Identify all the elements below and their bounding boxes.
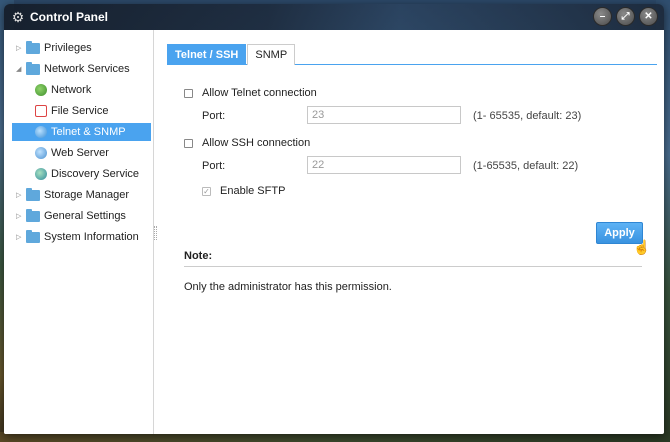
tab-telnet-ssh[interactable]: Telnet / SSH [167,44,247,65]
sidebar-item-label: System Information [44,231,139,243]
web-server-icon [35,147,47,159]
note-divider [184,266,642,267]
sidebar-item-web-server[interactable]: Web Server [4,144,153,162]
folder-icon [26,208,40,222]
note-title: Note: [184,250,213,262]
tab-snmp[interactable]: SNMP [247,44,296,65]
telnet-icon [35,126,47,138]
folder-icon [26,40,40,54]
maximize-icon[interactable]: ⤢ [616,7,635,26]
control-panel-window: ⚙ Control Panel – ⤢ ✕ ▷ Privileges ◢ Net… [4,4,664,434]
sidebar-item-label: Web Server [51,147,109,159]
note-text: Only the administrator has this permissi… [184,281,392,293]
expand-arrow-icon[interactable]: ▷ [16,44,26,52]
folder-icon [26,187,40,201]
sidebar-item-label: General Settings [44,210,126,222]
sidebar-item-label: Telnet & SNMP [51,126,126,138]
sidebar-item-general-settings[interactable]: ▷ General Settings [4,207,153,225]
expand-arrow-icon[interactable]: ▷ [16,233,26,241]
gear-icon: ⚙ [11,9,25,25]
sidebar-item-label: Storage Manager [44,189,129,201]
expand-arrow-icon[interactable]: ▷ [16,191,26,199]
hand-cursor-icon: ☝ [633,239,651,255]
minimize-icon[interactable]: – [593,7,612,26]
ssh-port-range: (1-65535, default: 22) [473,160,579,172]
tab-bar: Telnet / SSH SNMP [167,44,657,65]
telnet-port-label: Port: [202,110,226,122]
expand-arrow-icon[interactable]: ▷ [16,212,26,220]
main-panel: Telnet / SSH SNMP Allow Telnet connectio… [167,44,657,424]
sftp-option: ✓ Enable SFTP [202,185,285,197]
telnet-port-range: (1- 65535, default: 23) [473,110,582,122]
folder-icon [26,61,40,75]
window-body: ▷ Privileges ◢ Network Services Network … [4,30,664,434]
allow-ssh-label: Allow SSH connection [202,137,311,149]
discovery-icon [35,168,47,180]
sidebar-item-system-information[interactable]: ▷ System Information [4,228,153,246]
sidebar-item-label: File Service [51,105,109,117]
close-icon[interactable]: ✕ [639,7,658,26]
telnet-port-input[interactable]: 23 [307,106,461,124]
sidebar-item-privileges[interactable]: ▷ Privileges [4,39,153,57]
telnet-option: Allow Telnet connection [184,87,317,99]
window-controls: – ⤢ ✕ [593,7,658,26]
sidebar-item-label: Privileges [44,42,92,54]
globe-icon [35,84,47,96]
enable-sftp-label: Enable SFTP [220,185,286,197]
sidebar-item-network[interactable]: Network [4,81,153,99]
ssh-port-label: Port: [202,160,226,172]
sidebar-item-storage-manager[interactable]: ▷ Storage Manager [4,186,153,204]
window-title: Control Panel [30,10,109,24]
titlebar[interactable]: ⚙ Control Panel – ⤢ ✕ [4,4,664,30]
collapse-arrow-icon[interactable]: ◢ [16,65,26,73]
sidebar-item-label: Network Services [44,63,130,75]
folder-icon [26,229,40,243]
sidebar-item-label: Network [51,84,92,96]
sidebar-item-file-service[interactable]: File Service [4,102,153,120]
sidebar-item-network-services[interactable]: ◢ Network Services [4,60,153,78]
allow-telnet-checkbox[interactable] [184,88,193,98]
sidebar-item-telnet-snmp[interactable]: Telnet & SNMP [12,123,151,141]
allow-ssh-checkbox[interactable] [184,138,193,148]
ssh-port-input[interactable]: 22 [307,156,461,174]
sidebar-tree: ▷ Privileges ◢ Network Services Network … [4,30,154,434]
ssh-option: Allow SSH connection [184,137,310,149]
sidebar-item-discovery-service[interactable]: Discovery Service [4,165,153,183]
sidebar-item-label: Discovery Service [51,168,140,180]
allow-telnet-label: Allow Telnet connection [202,87,317,99]
sidebar-splitter-handle[interactable] [154,226,157,240]
enable-sftp-checkbox[interactable]: ✓ [202,186,211,196]
file-service-icon [35,105,47,117]
